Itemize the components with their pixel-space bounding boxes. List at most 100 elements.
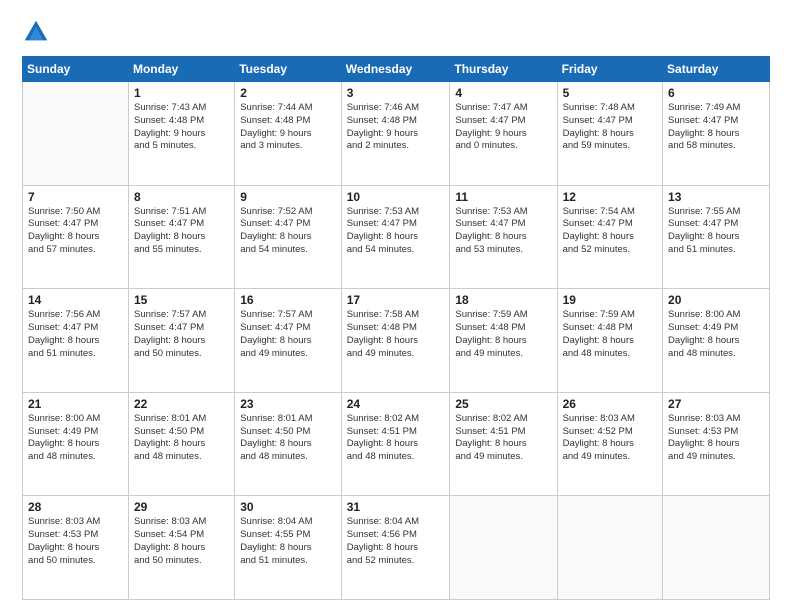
day-info: Sunrise: 7:51 AM Sunset: 4:47 PM Dayligh… [134,206,229,257]
calendar-cell: 1Sunrise: 7:43 AM Sunset: 4:48 PM Daylig… [128,82,234,186]
day-number: 13 [668,190,764,204]
calendar-cell: 3 Sunrise: 7:46 AM Sunset: 4:48 PM Daylig… [341,82,450,186]
day-number: 8 [134,190,229,204]
day-number: 6 [668,86,764,100]
day-number: 22 [134,397,229,411]
day-number: 12 [563,190,657,204]
calendar-week-row: 7 Sunrise: 7:50 AM Sunset: 4:47 PM Daylig… [23,185,770,289]
day-info: Sunrise: 7:50 AM Sunset: 4:47 PM Dayligh… [28,206,123,257]
day-number: 2 [240,86,336,100]
day-number: 18 [455,293,551,307]
day-number: 24 [347,397,445,411]
day-number: 30 [240,500,336,514]
header-row: SundayMondayTuesdayWednesdayThursdayFrid… [23,57,770,82]
day-number: 15 [134,293,229,307]
logo-icon [22,18,50,46]
col-header-wednesday: Wednesday [341,57,450,82]
day-info: Sunrise: 7:58 AM Sunset: 4:48 PM Dayligh… [347,309,445,360]
calendar-cell [663,496,770,600]
col-header-saturday: Saturday [663,57,770,82]
day-number: 16 [240,293,336,307]
day-info: Sunrise: 7:54 AM Sunset: 4:47 PM Dayligh… [563,206,657,257]
day-number: 3 [347,86,445,100]
header [22,18,770,46]
calendar-week-row: 14Sunrise: 7:56 AM Sunset: 4:47 PM Dayli… [23,289,770,393]
day-number: 19 [563,293,657,307]
day-info: Sunrise: 8:03 AM Sunset: 4:54 PM Dayligh… [134,516,229,567]
calendar-cell: 11Sunrise: 7:53 AM Sunset: 4:47 PM Dayli… [450,185,557,289]
calendar-cell [557,496,662,600]
calendar-cell [23,82,129,186]
day-number: 4 [455,86,551,100]
day-info: Sunrise: 8:00 AM Sunset: 4:49 PM Dayligh… [668,309,764,360]
day-info: Sunrise: 7:53 AM Sunset: 4:47 PM Dayligh… [455,206,551,257]
day-info: Sunrise: 8:03 AM Sunset: 4:52 PM Dayligh… [563,413,657,464]
day-info: Sunrise: 8:01 AM Sunset: 4:50 PM Dayligh… [134,413,229,464]
day-info: Sunrise: 7:59 AM Sunset: 4:48 PM Dayligh… [455,309,551,360]
calendar-cell: 31 Sunrise: 8:04 AM Sunset: 4:56 PM Dayli… [341,496,450,600]
calendar-cell: 30 Sunrise: 8:04 AM Sunset: 4:55 PM Dayli… [235,496,342,600]
calendar-cell [450,496,557,600]
calendar-cell: 7 Sunrise: 7:50 AM Sunset: 4:47 PM Daylig… [23,185,129,289]
calendar-cell: 29 Sunrise: 8:03 AM Sunset: 4:54 PM Dayli… [128,496,234,600]
calendar-table: SundayMondayTuesdayWednesdayThursdayFrid… [22,56,770,600]
day-number: 23 [240,397,336,411]
calendar-cell: 19Sunrise: 7:59 AM Sunset: 4:48 PM Dayli… [557,289,662,393]
day-info: Sunrise: 8:02 AM Sunset: 4:51 PM Dayligh… [347,413,445,464]
calendar-cell: 23 Sunrise: 8:01 AM Sunset: 4:50 PM Dayli… [235,392,342,496]
col-header-monday: Monday [128,57,234,82]
day-info: Sunrise: 7:47 AM Sunset: 4:47 PM Dayligh… [455,102,551,153]
day-info: Sunrise: 7:57 AM Sunset: 4:47 PM Dayligh… [240,309,336,360]
day-info: Sunrise: 7:53 AM Sunset: 4:47 PM Dayligh… [347,206,445,257]
day-info: Sunrise: 7:46 AM Sunset: 4:48 PM Dayligh… [347,102,445,153]
calendar-cell: 24 Sunrise: 8:02 AM Sunset: 4:51 PM Dayli… [341,392,450,496]
calendar-cell: 15 Sunrise: 7:57 AM Sunset: 4:47 PM Dayli… [128,289,234,393]
calendar-cell: 27Sunrise: 8:03 AM Sunset: 4:53 PM Dayli… [663,392,770,496]
col-header-thursday: Thursday [450,57,557,82]
day-info: Sunrise: 8:04 AM Sunset: 4:56 PM Dayligh… [347,516,445,567]
calendar-cell: 17 Sunrise: 7:58 AM Sunset: 4:48 PM Dayli… [341,289,450,393]
calendar-cell: 5Sunrise: 7:48 AM Sunset: 4:47 PM Daylig… [557,82,662,186]
calendar-cell: 8 Sunrise: 7:51 AM Sunset: 4:47 PM Daylig… [128,185,234,289]
calendar-cell: 22 Sunrise: 8:01 AM Sunset: 4:50 PM Dayli… [128,392,234,496]
day-number: 29 [134,500,229,514]
day-number: 26 [563,397,657,411]
calendar-cell: 13Sunrise: 7:55 AM Sunset: 4:47 PM Dayli… [663,185,770,289]
calendar-cell: 12 Sunrise: 7:54 AM Sunset: 4:47 PM Dayli… [557,185,662,289]
calendar-cell: 21 Sunrise: 8:00 AM Sunset: 4:49 PM Dayli… [23,392,129,496]
day-info: Sunrise: 8:01 AM Sunset: 4:50 PM Dayligh… [240,413,336,464]
day-info: Sunrise: 8:00 AM Sunset: 4:49 PM Dayligh… [28,413,123,464]
calendar-week-row: 1Sunrise: 7:43 AM Sunset: 4:48 PM Daylig… [23,82,770,186]
day-number: 25 [455,397,551,411]
day-info: Sunrise: 8:04 AM Sunset: 4:55 PM Dayligh… [240,516,336,567]
calendar-cell: 28 Sunrise: 8:03 AM Sunset: 4:53 PM Dayli… [23,496,129,600]
calendar-cell: 18 Sunrise: 7:59 AM Sunset: 4:48 PM Dayli… [450,289,557,393]
day-number: 9 [240,190,336,204]
calendar-cell: 16 Sunrise: 7:57 AM Sunset: 4:47 PM Dayli… [235,289,342,393]
day-number: 31 [347,500,445,514]
day-number: 10 [347,190,445,204]
day-info: Sunrise: 7:57 AM Sunset: 4:47 PM Dayligh… [134,309,229,360]
calendar-cell: 6 Sunrise: 7:49 AM Sunset: 4:47 PM Daylig… [663,82,770,186]
day-info: Sunrise: 7:49 AM Sunset: 4:47 PM Dayligh… [668,102,764,153]
day-number: 28 [28,500,123,514]
calendar-cell: 26 Sunrise: 8:03 AM Sunset: 4:52 PM Dayli… [557,392,662,496]
day-number: 21 [28,397,123,411]
day-number: 17 [347,293,445,307]
day-number: 27 [668,397,764,411]
day-number: 7 [28,190,123,204]
day-info: Sunrise: 7:43 AM Sunset: 4:48 PM Dayligh… [134,102,229,153]
calendar-cell: 2 Sunrise: 7:44 AM Sunset: 4:48 PM Daylig… [235,82,342,186]
calendar-week-row: 21 Sunrise: 8:00 AM Sunset: 4:49 PM Dayli… [23,392,770,496]
calendar-week-row: 28 Sunrise: 8:03 AM Sunset: 4:53 PM Dayli… [23,496,770,600]
calendar-cell: 14Sunrise: 7:56 AM Sunset: 4:47 PM Dayli… [23,289,129,393]
logo [22,18,54,46]
day-info: Sunrise: 8:02 AM Sunset: 4:51 PM Dayligh… [455,413,551,464]
col-header-tuesday: Tuesday [235,57,342,82]
calendar-cell: 10 Sunrise: 7:53 AM Sunset: 4:47 PM Dayli… [341,185,450,289]
day-number: 5 [563,86,657,100]
day-info: Sunrise: 7:44 AM Sunset: 4:48 PM Dayligh… [240,102,336,153]
day-info: Sunrise: 8:03 AM Sunset: 4:53 PM Dayligh… [28,516,123,567]
calendar-cell: 4 Sunrise: 7:47 AM Sunset: 4:47 PM Daylig… [450,82,557,186]
day-number: 20 [668,293,764,307]
